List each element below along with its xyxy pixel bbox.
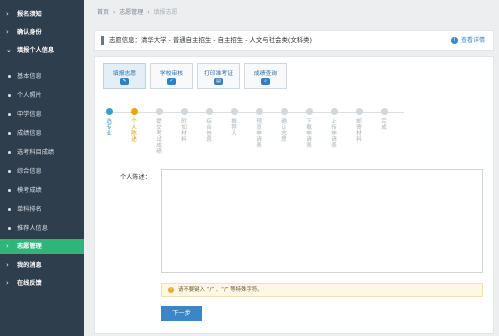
sidebar-item-grades[interactable]: 成绩信息 [0,126,84,141]
step-confirm-application: 确认志愿 [280,108,288,143]
tab-fill-application[interactable]: 填报志愿 ✎ [103,63,146,89]
step-personal-statement: 个人陈述 [130,108,138,143]
chevron-right-icon: › [6,242,9,250]
step-label: 预览申请表 [256,119,262,149]
application-panel: 填报志愿 ✎ 学校审核 ✓ 打印准考证 ▤ 成绩查询 ⌕ 选专业 个人陈述 提交考试成绩… [94,56,494,334]
step-label: 上传申请表 [331,119,337,149]
step-label: 提交考试成绩 [156,119,162,155]
bullet-icon [8,227,11,230]
step-dot [255,108,263,115]
step-label: 附加材料 [181,119,187,143]
tab-score-query[interactable]: 成绩查询 ⌕ [244,63,287,89]
application-info-bar: 志愿信息：清华大学 - 普通自主招生 - 自主招生 - 人文与社会类(文科类) … [94,30,494,51]
step-dot [105,108,113,115]
bullet-icon [8,170,11,173]
breadcrumb-application-management[interactable]: 志愿管理 [119,9,143,16]
personal-statement-input[interactable] [161,169,483,273]
sidebar-item-recommender[interactable]: 推荐人信息 [0,221,84,236]
breadcrumb-current: 填报志愿 [153,9,178,16]
tab-school-review[interactable]: 学校审核 ✓ [150,63,193,89]
view-details-label: 查看详情 [460,37,485,44]
warning-icon: i [168,286,174,293]
step-label: 推荐人 [231,119,237,137]
step-recommender: 推荐人 [230,108,238,137]
step-label: 综合信息 [206,119,212,143]
sidebar-item-confirm-identity[interactable]: › 确认身份 [0,25,84,40]
sidebar-item-photo[interactable]: 个人照片 [0,88,84,103]
sidebar-item-subject-ranking[interactable]: 单科排名 [0,202,84,217]
chevron-right-icon: › [6,261,9,269]
check-icon: ✓ [167,78,176,85]
step-label: 下载申请表 [306,119,312,149]
step-dot [180,108,188,115]
edit-icon: ✎ [120,78,129,85]
step-label: 选专业 [106,119,112,137]
main-content: 首页 › 志愿管理 › 填报志愿 志愿信息：清华大学 - 普通自主招生 - 自主… [84,0,499,336]
step-choose-major: 选专业 [105,108,113,137]
info-bar-marker [101,36,104,45]
input-tip: i 请不要键入 “/” 、“/” 等特殊字符。 [161,283,483,297]
breadcrumb-home[interactable]: 首页 [97,9,109,16]
step-label: 个人陈述 [131,119,137,143]
bullet-icon [8,189,11,192]
bullet-icon [8,94,11,97]
sidebar-item-online-feedback[interactable]: › 在线反馈 [0,276,84,291]
step-dot [230,108,238,115]
step-dot [355,108,363,115]
bullet-icon [8,132,11,135]
sidebar-item-elective-grades[interactable]: 选考科目成绩 [0,145,84,160]
step-preview-form: 预览申请表 [255,108,263,149]
chevron-right-icon: › [6,10,9,18]
step-dot [330,108,338,115]
step-label: 完成 [381,119,387,131]
step-dot [130,108,138,115]
breadcrumb-separator: › [112,9,116,16]
sidebar: › 报名须知 › 确认身份 ⌄ 填报个人信息 基本信息 个人照片 中学信息 成绩信息 … [0,0,84,336]
application-info-text: 志愿信息：清华大学 - 普通自主招生 - 自主招生 - 人文与社会类(文科类) [109,36,313,44]
sidebar-item-comprehensive-info[interactable]: 综合信息 [0,164,84,179]
view-details-link[interactable]: i 查看详情 [450,31,485,50]
step-dot [305,108,313,115]
step-dot [155,108,163,115]
next-step-button[interactable]: 下一步 [161,306,202,321]
step-label: 邮寄材料 [356,119,362,143]
step-upload-form: 上传申请表 [330,108,338,149]
print-icon: ▤ [214,78,223,85]
step-submit-scores: 提交考试成绩 [155,108,163,155]
bullet-icon [8,151,11,154]
step-complete: 完成 [380,108,388,131]
sidebar-item-my-messages[interactable]: › 我的消息 [0,258,84,273]
bullet-icon [8,208,11,211]
breadcrumb: 首页 › 志愿管理 › 填报志愿 [97,7,180,16]
chevron-down-icon: ⌄ [6,46,12,54]
sidebar-item-school-info[interactable]: 中学信息 [0,107,84,122]
chevron-right-icon: › [6,279,9,287]
chevron-right-icon: › [6,28,9,36]
input-tip-text: 请不要键入 “/” 、“/” 等特殊字符。 [178,287,263,293]
step-comprehensive-info: 综合信息 [205,108,213,143]
step-label: 确认志愿 [281,119,287,143]
tab-print-admission-ticket[interactable]: 打印准考证 ▤ [197,63,240,89]
sidebar-item-registration-notice[interactable]: › 报名须知 [0,7,84,22]
step-additional-materials: 附加材料 [180,108,188,143]
step-mail-materials: 邮寄材料 [355,108,363,143]
bullet-icon [8,113,11,116]
step-dot [205,108,213,115]
step-dot [280,108,288,115]
breadcrumb-separator: › [147,9,150,16]
step-download-form: 下载申请表 [305,108,313,149]
personal-statement-label: 个人陈述： [120,174,151,181]
info-icon: i [450,37,458,44]
sidebar-item-personal-info[interactable]: ⌄ 填报个人信息 [0,43,84,58]
search-icon: ⌕ [261,78,270,85]
step-dot [380,108,388,115]
sidebar-item-mock-exam[interactable]: 模考成绩 [0,183,84,198]
sidebar-item-application-management[interactable]: › 志愿管理 [0,239,84,254]
bullet-icon [8,75,11,78]
sidebar-item-basic-info[interactable]: 基本信息 [0,69,84,84]
